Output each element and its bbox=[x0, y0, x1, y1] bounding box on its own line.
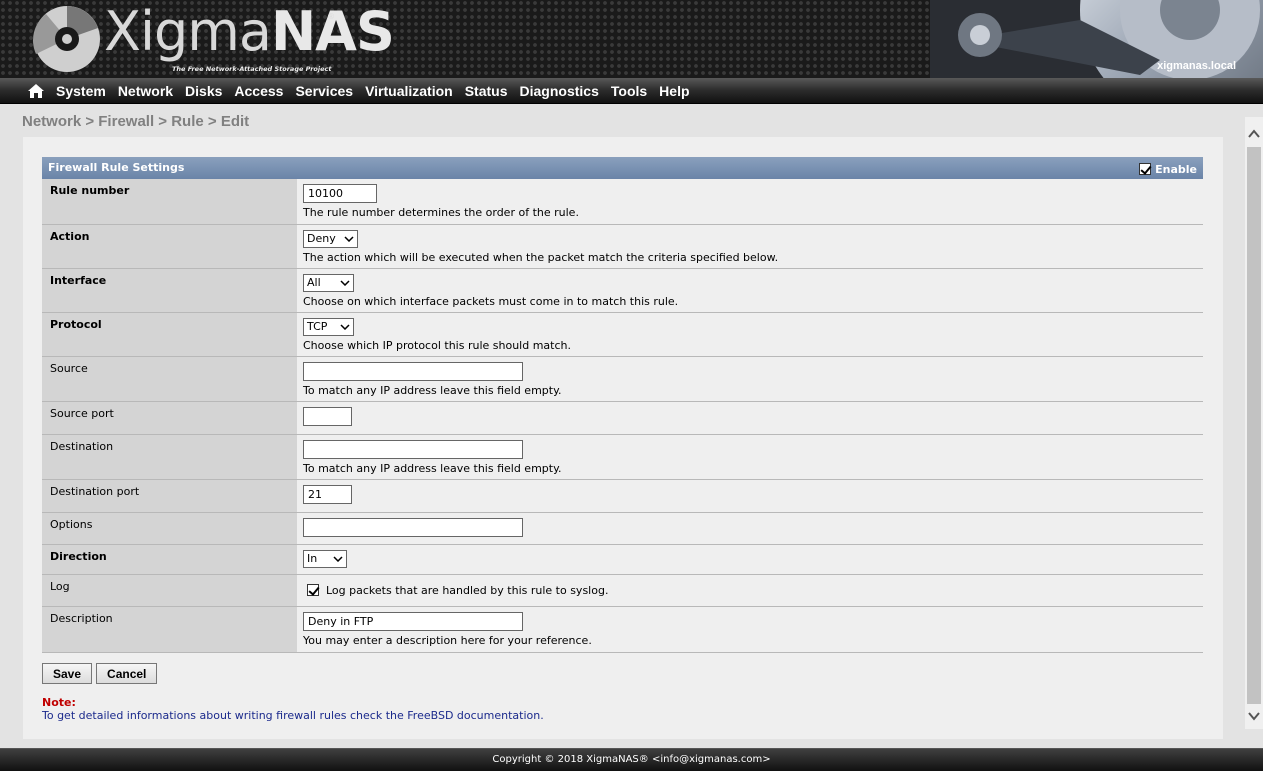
row-action: Action Deny The action which will be exe… bbox=[42, 224, 1203, 269]
interface-select[interactable]: All bbox=[303, 273, 354, 292]
source-port-label: Source port bbox=[42, 401, 297, 435]
save-button[interactable]: Save bbox=[42, 663, 93, 684]
chevron-down-icon bbox=[340, 323, 350, 330]
source-hint: To match any IP address leave this field… bbox=[303, 383, 562, 397]
rule-number-input[interactable]: 10100 bbox=[303, 184, 377, 203]
nav-network[interactable]: Network bbox=[118, 83, 173, 99]
options-input[interactable] bbox=[303, 517, 523, 537]
logo-disc-icon bbox=[32, 6, 100, 72]
form-actions: Save Cancel bbox=[42, 663, 158, 684]
enable-label: Enable bbox=[1155, 162, 1197, 176]
log-checkbox[interactable] bbox=[307, 584, 319, 596]
note-link[interactable]: To get detailed informations about writi… bbox=[42, 709, 544, 722]
copyright-text: Copyright © 2018 XigmaNAS® <info@xigmana… bbox=[492, 754, 771, 765]
destination-hint: To match any IP address leave this field… bbox=[303, 461, 562, 475]
direction-label: Direction bbox=[42, 544, 297, 575]
hostname-label: xigmanas.local bbox=[1157, 60, 1236, 72]
action-select-value: Deny bbox=[307, 232, 336, 245]
destination-input[interactable] bbox=[303, 439, 523, 459]
row-description: Description Deny in FTP You may enter a … bbox=[42, 606, 1203, 653]
section-title: Firewall Rule Settings bbox=[48, 160, 185, 174]
row-source: Source To match any IP address leave thi… bbox=[42, 356, 1203, 402]
vertical-scrollbar[interactable] bbox=[1245, 117, 1263, 729]
nav-services[interactable]: Services bbox=[295, 83, 353, 99]
options-label: Options bbox=[42, 512, 297, 545]
destination-port-label: Destination port bbox=[42, 479, 297, 513]
interface-hint: Choose on which interface packets must c… bbox=[303, 294, 679, 308]
description-input[interactable]: Deny in FTP bbox=[303, 611, 523, 631]
enable-checkbox[interactable] bbox=[1139, 163, 1152, 175]
row-source-port: Source port bbox=[42, 401, 1203, 435]
source-input[interactable] bbox=[303, 361, 523, 381]
source-port-input[interactable] bbox=[303, 406, 352, 426]
row-log: Log Log packets that are handled by this… bbox=[42, 574, 1203, 607]
action-hint: The action which will be executed when t… bbox=[303, 250, 779, 264]
note-label: Note: bbox=[42, 696, 76, 709]
action-select[interactable]: Deny bbox=[303, 229, 358, 248]
action-label: Action bbox=[42, 224, 297, 269]
protocol-hint: Choose which IP protocol this rule shoul… bbox=[303, 338, 571, 352]
nav-tools[interactable]: Tools bbox=[611, 83, 647, 99]
enable-toggle[interactable]: Enable bbox=[1139, 163, 1197, 176]
direction-select-value: In bbox=[307, 552, 318, 565]
firewall-rule-form: Firewall Rule Settings Enable Rule numbe… bbox=[42, 157, 1203, 653]
footer: Copyright © 2018 XigmaNAS® <info@xigmana… bbox=[0, 748, 1263, 771]
log-checkbox-text: Log packets that are handled by this rul… bbox=[326, 583, 609, 597]
nav-system[interactable]: System bbox=[56, 83, 106, 99]
scrollbar-thumb[interactable] bbox=[1247, 147, 1261, 704]
nav-help[interactable]: Help bbox=[659, 83, 689, 99]
nav-disks[interactable]: Disks bbox=[185, 83, 222, 99]
row-destination: Destination To match any IP address leav… bbox=[42, 434, 1203, 480]
nav-status[interactable]: Status bbox=[465, 83, 508, 99]
row-direction: Direction In bbox=[42, 544, 1203, 575]
cancel-button[interactable]: Cancel bbox=[96, 663, 158, 684]
logo-wordmark: XigmaNAS bbox=[104, 0, 395, 63]
protocol-select-value: TCP bbox=[307, 320, 328, 333]
section-header: Firewall Rule Settings Enable bbox=[42, 157, 1203, 179]
chevron-down-icon bbox=[333, 555, 343, 562]
xigmanas-logo[interactable]: XigmaNAS ® The Free Network-Attached Sto… bbox=[32, 0, 395, 76]
breadcrumb[interactable]: Network > Firewall > Rule > Edit bbox=[22, 113, 249, 130]
destination-port-input[interactable]: 21 bbox=[303, 484, 352, 504]
source-label: Source bbox=[42, 356, 297, 402]
home-icon[interactable] bbox=[27, 83, 45, 99]
row-protocol: Protocol TCP Choose which IP protocol th… bbox=[42, 312, 1203, 357]
direction-select[interactable]: In bbox=[303, 549, 347, 568]
log-label: Log bbox=[42, 574, 297, 607]
main-nav: System Network Disks Access Services Vir… bbox=[0, 78, 1263, 104]
chevron-down-icon bbox=[344, 235, 354, 242]
interface-select-value: All bbox=[307, 276, 321, 289]
scroll-down-arrow-icon[interactable] bbox=[1245, 705, 1263, 729]
logo-tagline: The Free Network-Attached Storage Projec… bbox=[172, 65, 332, 73]
protocol-select[interactable]: TCP bbox=[303, 317, 354, 336]
row-interface: Interface All Choose on which interface … bbox=[42, 268, 1203, 313]
nav-diagnostics[interactable]: Diagnostics bbox=[520, 83, 599, 99]
row-destination-port: Destination port 21 bbox=[42, 479, 1203, 513]
row-rule-number: Rule number 10100 The rule number determ… bbox=[42, 179, 1203, 225]
description-hint: You may enter a description here for you… bbox=[303, 633, 592, 647]
nav-virtualization[interactable]: Virtualization bbox=[365, 83, 453, 99]
rule-number-hint: The rule number determines the order of … bbox=[303, 206, 579, 219]
row-options: Options bbox=[42, 512, 1203, 545]
description-label: Description bbox=[42, 606, 297, 653]
destination-label: Destination bbox=[42, 434, 297, 480]
scroll-up-arrow-icon[interactable] bbox=[1245, 117, 1263, 147]
rule-number-label: Rule number bbox=[42, 179, 297, 225]
header-banner: XigmaNAS ® The Free Network-Attached Sto… bbox=[0, 0, 1263, 78]
nav-access[interactable]: Access bbox=[234, 83, 283, 99]
interface-label: Interface bbox=[42, 268, 297, 313]
protocol-label: Protocol bbox=[42, 312, 297, 357]
chevron-down-icon bbox=[340, 279, 350, 286]
logo-registered-mark: ® bbox=[327, 12, 335, 21]
